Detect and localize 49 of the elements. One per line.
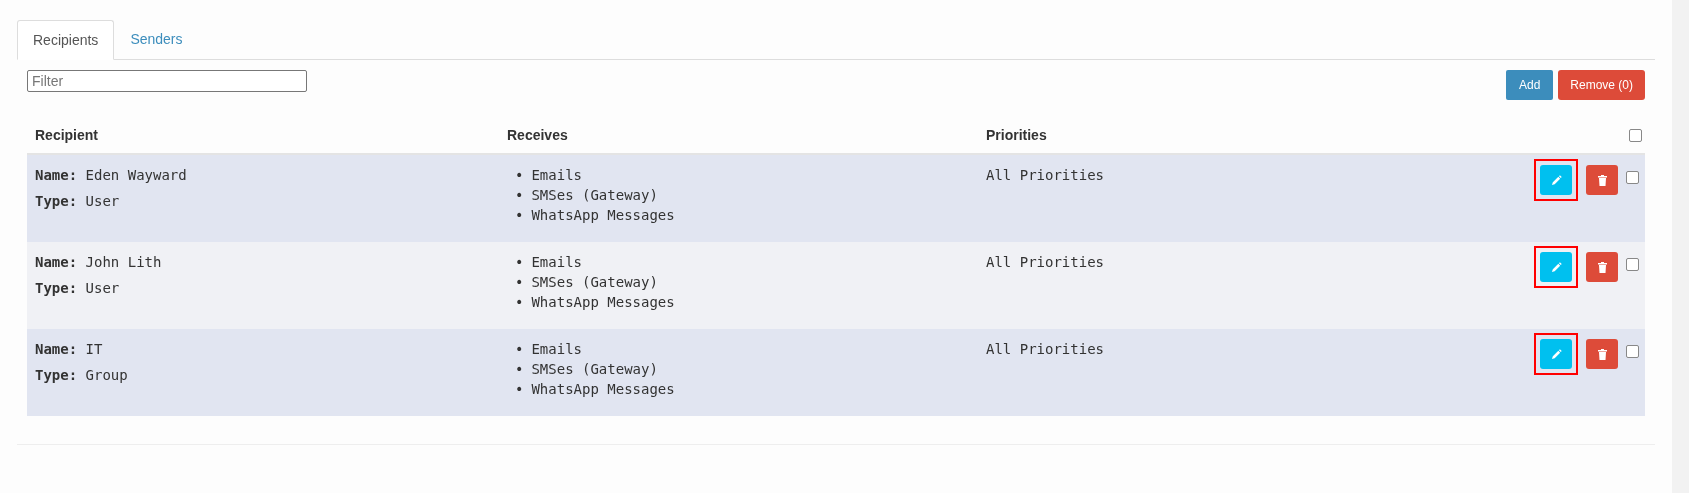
column-header: Receives	[506, 126, 569, 145]
column-header: Recipient	[34, 126, 99, 145]
list-item-text: WhatsApp Messages	[531, 206, 675, 225]
column-header: Priorities	[985, 126, 1048, 145]
bullet: •	[515, 166, 524, 185]
delete-button[interactable]	[1586, 339, 1618, 369]
pencil-icon	[1550, 174, 1562, 186]
list-item-text: SMSes (Gateway)	[531, 186, 658, 205]
bullet: •	[515, 186, 524, 205]
delete-button[interactable]	[1586, 165, 1618, 195]
pencil-icon	[1550, 348, 1562, 360]
bullet: •	[515, 253, 524, 272]
checkbox[interactable]	[1626, 258, 1639, 271]
list-item-text: WhatsApp Messages	[531, 293, 675, 312]
trash-icon	[1597, 174, 1607, 186]
field-text: Type: User	[35, 192, 121, 211]
remove-button[interactable]: Remove (0)	[1558, 70, 1645, 100]
tab[interactable]: Senders	[114, 20, 199, 59]
bullet: •	[515, 380, 524, 399]
checkbox[interactable]	[1626, 171, 1639, 184]
add-button[interactable]: Add	[1505, 70, 1554, 100]
list-item-text: SMSes (Gateway)	[531, 360, 658, 379]
edit-button[interactable]	[1540, 252, 1572, 282]
tab[interactable]: Recipients	[17, 20, 115, 60]
list-item-text: Emails	[531, 340, 582, 359]
bullet: •	[515, 273, 524, 292]
bullet: •	[515, 206, 524, 225]
bullet: •	[515, 360, 524, 379]
checkbox[interactable]	[1626, 345, 1639, 358]
list-item-text: SMSes (Gateway)	[531, 273, 658, 292]
checkbox[interactable]	[1628, 129, 1642, 142]
field-text: Type: User	[35, 279, 121, 298]
list-item-text: Emails	[531, 166, 582, 185]
trash-icon	[1597, 261, 1607, 273]
trash-icon	[1597, 348, 1607, 360]
delete-button[interactable]	[1586, 252, 1618, 282]
priority-text: All Priorities	[986, 254, 1104, 270]
priority-text: All Priorities	[986, 341, 1104, 357]
priority-text: All Priorities	[986, 167, 1104, 183]
field-text: Type: Group	[35, 366, 129, 385]
bullet: •	[515, 293, 524, 312]
field-text: Name: Eden Wayward	[35, 166, 188, 185]
field-text: Name: IT	[35, 340, 104, 359]
filter-field[interactable]: Filter	[27, 70, 307, 92]
bullet: •	[515, 340, 524, 359]
field-text: Name: John Lith	[35, 253, 163, 272]
pencil-icon	[1550, 261, 1562, 273]
list-item-text: Emails	[531, 253, 582, 272]
list-item-text: WhatsApp Messages	[531, 380, 675, 399]
